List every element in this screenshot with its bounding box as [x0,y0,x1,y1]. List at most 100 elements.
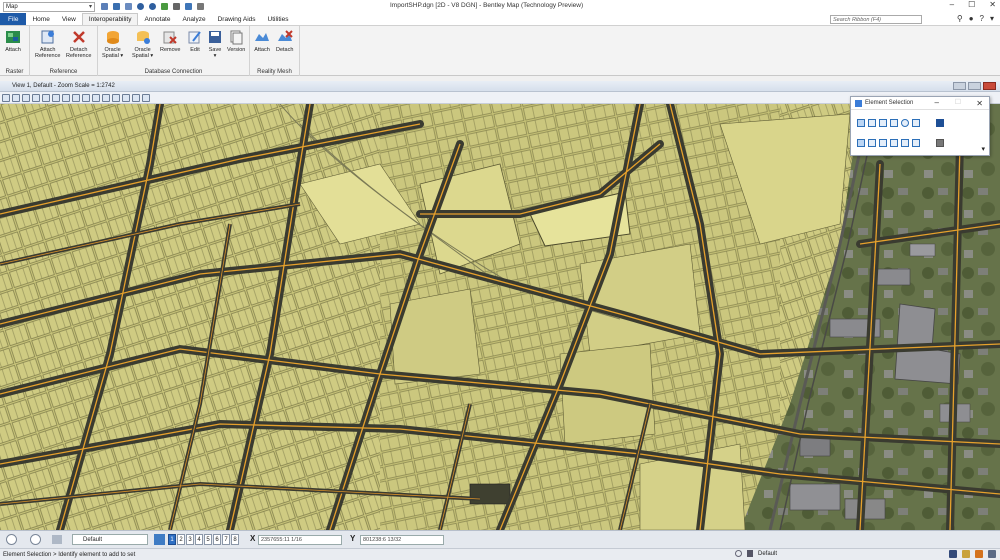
status-home-icon[interactable] [975,550,983,558]
display-style-icon[interactable] [12,93,20,102]
walk-icon[interactable] [32,93,40,102]
oracle-spatial-button-2[interactable]: Oracle Spatial ▾ [132,29,153,59]
raster-attach-button[interactable]: Attach [5,29,21,53]
fit-view-icon[interactable] [72,93,80,102]
expand-chevron-icon[interactable]: ▾ [981,145,985,153]
maximize-icon[interactable]: ☐ [968,0,975,9]
view-button-8[interactable]: 8 [231,534,239,545]
rotate-view-icon[interactable] [82,93,90,102]
tab-view[interactable]: View [56,13,82,25]
undo-icon[interactable] [137,3,144,10]
individual-select-icon[interactable] [857,119,865,127]
zoom-out-icon[interactable] [52,93,60,102]
dialog-close-icon[interactable]: ✕ [976,99,983,108]
redo-icon[interactable] [149,3,156,10]
tab-analyze[interactable]: Analyze [176,13,211,25]
new-mode-icon[interactable] [901,139,909,147]
save-button[interactable]: Save ▾ [207,29,223,59]
tool-icon[interactable] [161,3,168,10]
select-options-icon[interactable] [936,139,944,147]
copy-view-icon[interactable] [122,93,130,102]
edit-button[interactable]: Edit [187,29,203,53]
save-icon[interactable] [113,3,120,10]
clear-selection-icon[interactable] [936,119,944,127]
pan-view-icon[interactable] [92,93,100,102]
clip-volume-icon[interactable] [132,93,140,102]
zoom-in-icon[interactable] [42,93,50,102]
view-button-1[interactable]: 1 [168,534,176,545]
status-notify-icon[interactable] [988,550,996,558]
tab-utilities[interactable]: Utilities [262,13,295,25]
tab-file[interactable]: File [0,13,27,25]
arrow-icon[interactable] [185,3,192,10]
tab-drawing-aids[interactable]: Drawing Aids [212,13,262,25]
aerial-map [0,104,1000,530]
add-mode-icon[interactable] [868,139,876,147]
help-icon[interactable]: ? [980,14,984,23]
remove-button[interactable]: Remove [160,29,180,53]
view-settings-icon[interactable] [22,93,30,102]
subtract-mode-icon[interactable] [879,139,887,147]
print-icon[interactable] [173,3,180,10]
reality-mesh-attach-button[interactable]: Attach [254,29,270,53]
folder-icon[interactable] [52,535,62,544]
view-minimize-icon[interactable] [953,82,966,90]
y-coordinate-field[interactable]: 801238:6 13/32 [360,535,444,545]
search-ribbon-input[interactable]: Search Ribbon (F4) [830,15,922,24]
fence-select-icon[interactable] [912,119,920,127]
view-next-icon[interactable] [112,93,120,102]
view-previous-icon[interactable] [102,93,110,102]
status-settings-icon[interactable] [962,550,970,558]
window-area-icon[interactable] [62,93,70,102]
shape-select-icon[interactable] [879,119,887,127]
tab-home[interactable]: Home [26,13,55,25]
view-button-6[interactable]: 6 [213,534,221,545]
version-button[interactable]: Version [227,29,245,53]
select-cursor-icon[interactable] [857,139,865,147]
close-icon[interactable]: ✕ [989,0,996,9]
oracle-spatial-button-1[interactable]: Oracle Spatial ▾ [102,29,123,59]
lock-icon[interactable] [747,550,753,557]
save-settings-icon[interactable] [125,3,132,10]
map-viewport[interactable] [0,104,1000,530]
x-coordinate-field[interactable]: 2357655:11 1/16 [258,535,342,545]
invert-mode-icon[interactable] [890,139,898,147]
detach-reference-button[interactable]: Detach Reference [66,29,91,59]
tab-interoperability[interactable]: Interoperability [81,13,139,25]
view-button-4[interactable]: 4 [195,534,203,545]
minimize-icon[interactable]: – [950,0,954,9]
dialog-minimize-icon[interactable]: – [935,98,939,107]
circle-select-icon[interactable] [901,119,909,127]
search-icon[interactable]: ⚲ [957,14,963,23]
camera-icon[interactable] [142,93,150,102]
snap-icon[interactable] [735,550,742,557]
view-restore-icon[interactable] [968,82,981,90]
view-close-icon[interactable] [983,82,996,90]
view-header: View 1, Default - Zoom Scale = 1:2742 [0,81,1000,92]
options-icon[interactable]: ▾ [990,14,994,23]
active-level-select[interactable]: Default [72,534,148,545]
status-save-icon[interactable] [949,550,957,558]
tab-annotate[interactable]: Annotate [138,13,176,25]
line-select-icon[interactable] [890,119,898,127]
element-selection-title: Element Selection [865,100,914,106]
back-icon[interactable] [6,534,17,545]
user-icon[interactable]: ● [969,14,974,23]
view-button-7[interactable]: 7 [222,534,230,545]
reality-mesh-attach-icon [255,33,269,41]
view-number-buttons: 1 2 3 4 5 6 7 8 [168,534,239,545]
workspace-select[interactable]: Map ▾ [3,1,95,12]
block-select-icon[interactable] [868,119,876,127]
attach-reference-button[interactable]: Attach Reference [35,29,60,59]
window-title: ImportSHP.dgn [2D - V8 DGN] - Bentley Ma… [390,2,584,9]
customize-icon[interactable] [197,3,204,10]
view-button-2[interactable]: 2 [177,534,185,545]
forward-icon[interactable] [30,534,41,545]
reality-mesh-detach-button[interactable]: Detach [276,29,293,53]
view-attributes-icon[interactable] [2,93,10,102]
view-button-3[interactable]: 3 [186,534,194,545]
view-button-5[interactable]: 5 [204,534,212,545]
open-icon[interactable] [101,3,108,10]
view-groups-icon[interactable] [154,534,165,545]
select-all-icon[interactable] [912,139,920,147]
